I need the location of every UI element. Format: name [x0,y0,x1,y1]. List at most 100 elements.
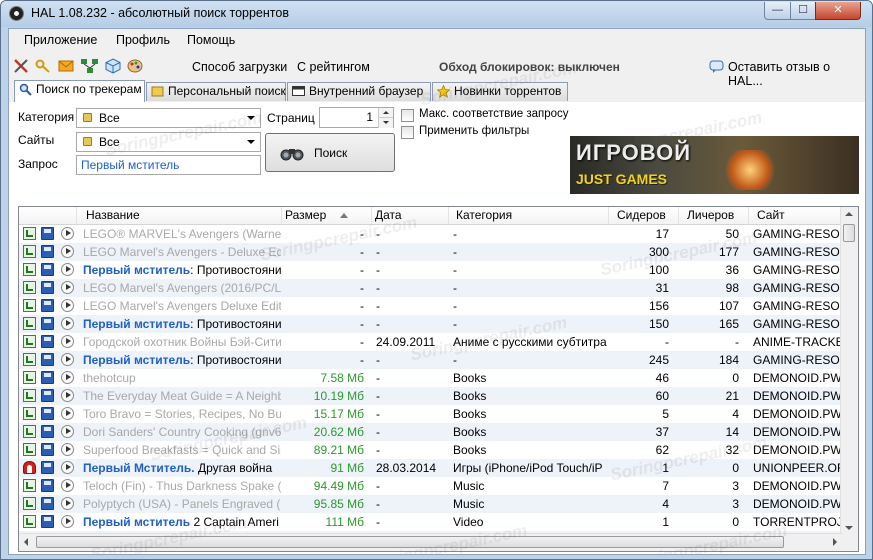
table-row[interactable]: LEGO Marvel's Avengers - Deluxe Editi - - -… [19,243,842,261]
header-category[interactable]: Категория [449,207,609,224]
torrent-download-icon[interactable] [23,425,36,438]
torrent-download-icon[interactable] [23,245,36,258]
result-title-match[interactable]: Первый мститель [83,353,190,367]
header-size[interactable]: Размер [282,207,372,224]
save-icon[interactable] [41,461,54,474]
table-row[interactable]: Первый мститель 2 Captain Ameri 111 Мб - Vi… [19,513,842,531]
horizontal-scrollbar[interactable] [19,533,842,551]
save-icon[interactable] [41,497,54,510]
result-title-match[interactable]: Первый мститель [83,317,190,331]
save-icon[interactable] [41,479,54,492]
category-select[interactable]: Все [76,108,261,128]
menu-help[interactable]: Помощь [187,33,235,47]
torrent-download-icon[interactable] [23,317,36,330]
scroll-down-icon[interactable] [845,526,853,530]
table-row[interactable]: Polyptych (USA) - Panels Engraved (2 95.8… [19,495,842,513]
vertical-scrollbar[interactable] [840,207,858,551]
sites-select[interactable]: Все [76,132,261,152]
play-icon[interactable] [61,461,74,474]
ad-banner[interactable]: ИГРОВОЙ JUST GAMES [570,136,859,194]
save-icon[interactable] [41,443,54,456]
table-row[interactable]: Первый Мститель. Другая война 91 Мб 28.03.… [19,459,842,477]
max-match-checkbox[interactable] [401,109,414,122]
table-row[interactable]: Первый мститель: Противостояни - - -245 184 G… [19,351,842,369]
play-icon[interactable] [61,515,74,528]
play-icon[interactable] [61,335,74,348]
torrent-download-icon[interactable] [23,443,36,456]
table-row[interactable]: thehotcup 7.58 Мб - Books 46 0 DEMONOID.PW [19,369,842,387]
torrent-download-icon[interactable] [23,281,36,294]
save-icon[interactable] [41,515,54,528]
torrent-download-icon[interactable] [23,227,36,240]
cube-icon[interactable] [105,58,121,74]
tab-tracker-search[interactable]: Поиск по трекерам [14,80,145,103]
tools-icon[interactable] [13,58,29,74]
magnet-icon[interactable] [23,461,36,474]
header-site[interactable]: Сайт [749,207,842,224]
torrent-download-icon[interactable] [23,335,36,348]
torrent-download-icon[interactable] [23,371,36,384]
play-icon[interactable] [61,371,74,384]
pages-stepper[interactable]: 1 [319,107,394,128]
download-method-select[interactable]: С рейтингом [297,60,370,74]
save-icon[interactable] [41,371,54,384]
header-name[interactable]: Название [77,207,282,224]
stepper-down-icon[interactable] [378,118,393,128]
save-icon[interactable] [41,353,54,366]
result-title-match[interactable]: Первый Мститель. [83,461,195,475]
tab-new-torrents[interactable]: Новинки торрентов [432,82,568,101]
save-icon[interactable] [41,227,54,240]
torrent-download-icon[interactable] [23,263,36,276]
tab-personal-search[interactable]: Персональный поиск [146,82,286,101]
save-icon[interactable] [41,317,54,330]
play-icon[interactable] [61,443,74,456]
torrent-download-icon[interactable] [23,497,36,510]
torrent-download-icon[interactable] [23,515,36,528]
minimize-button[interactable]: — [764,2,791,20]
save-icon[interactable] [41,407,54,420]
play-icon[interactable] [61,227,74,240]
save-icon[interactable] [41,425,54,438]
menu-application[interactable]: Приложение [24,33,97,47]
query-input[interactable]: Первый мститель [76,155,261,175]
table-row[interactable]: Teloch (Fin) - Thus Darkness Spake (2 94.… [19,477,842,495]
play-icon[interactable] [61,425,74,438]
play-icon[interactable] [61,299,74,312]
menu-profile[interactable]: Профиль [116,33,170,47]
save-icon[interactable] [41,281,54,294]
table-row[interactable]: Dori Sanders' Country Cooking (gnv64 20.6… [19,423,842,441]
play-icon[interactable] [61,389,74,402]
maximize-button[interactable]: ☐ [790,2,816,20]
scroll-thumb[interactable] [36,536,784,548]
play-icon[interactable] [61,479,74,492]
header-seeders[interactable]: Сидеров [609,207,679,224]
table-row[interactable]: Первый мститель: Противостояни - - -150 165 G… [19,315,842,333]
play-icon[interactable] [61,245,74,258]
close-button[interactable]: ✕ [815,2,861,20]
torrent-download-icon[interactable] [23,353,36,366]
header-date[interactable]: Дата [372,207,449,224]
play-icon[interactable] [61,317,74,330]
table-row[interactable]: Первый мститель: Противостояни - - -100 36 GA… [19,261,842,279]
save-icon[interactable] [41,245,54,258]
torrent-download-icon[interactable] [23,299,36,312]
table-row[interactable]: Городской охотник Войны Бэй-Сити -24.09.2… [19,333,842,351]
scroll-thumb[interactable] [843,224,855,242]
play-icon[interactable] [61,281,74,294]
network-icon[interactable] [80,58,100,74]
table-row[interactable]: LEGO Marvel's Avengers (2016/PC/Lic/- - -3… [19,279,842,297]
palette-icon[interactable] [127,58,143,74]
play-icon[interactable] [61,263,74,276]
save-icon[interactable] [41,299,54,312]
table-row[interactable]: LEGO® MARVEL's Avengers (Warner - - -17 50 GA… [19,225,842,243]
key-icon[interactable] [35,58,51,74]
tab-internal-browser[interactable]: Внутренний браузер [287,82,431,101]
play-icon[interactable] [61,353,74,366]
envelope-icon[interactable] [58,58,74,74]
feedback-icon[interactable] [709,60,725,74]
table-row[interactable]: Superfood Breakfasts = Quick and Sim 89.2… [19,441,842,459]
scroll-right-icon[interactable] [833,538,837,546]
header-leechers[interactable]: Личеров [679,207,749,224]
scroll-left-icon[interactable] [24,538,28,546]
table-row[interactable]: Toro Bravo = Stories, Recipes, No Bull 15… [19,405,842,423]
